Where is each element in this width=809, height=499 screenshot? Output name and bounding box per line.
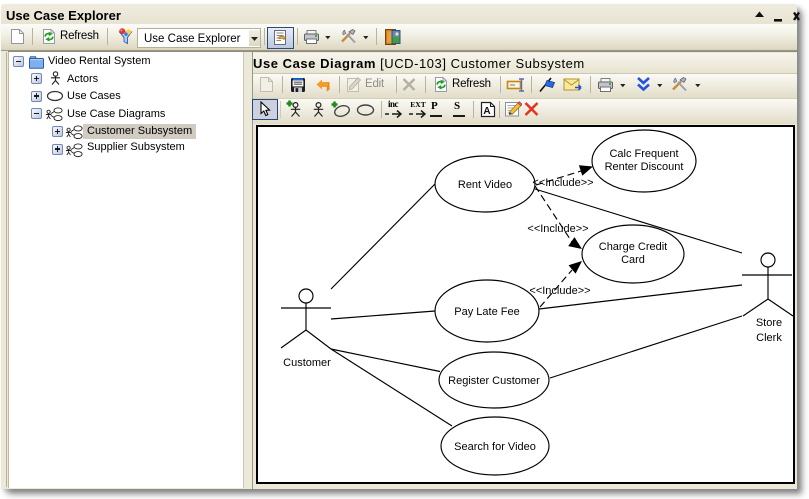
svg-text:Rent Video: Rent Video xyxy=(458,179,512,191)
svg-text:Calc Frequent: Calc Frequent xyxy=(609,148,678,160)
svg-text:Customer: Customer xyxy=(283,357,331,369)
svg-text:Search for Video: Search for Video xyxy=(454,441,536,453)
svg-text:Register Customer: Register Customer xyxy=(448,375,540,387)
svg-text:Card: Card xyxy=(621,254,645,266)
svg-text:Clerk: Clerk xyxy=(756,332,782,344)
svg-text:Pay Late Fee: Pay Late Fee xyxy=(454,306,519,318)
svg-text:Renter Discount: Renter Discount xyxy=(605,161,684,173)
svg-text:<<Include>>: <<Include>> xyxy=(532,177,593,189)
svg-text:Store: Store xyxy=(756,317,782,329)
svg-text:<<Include>>: <<Include>> xyxy=(529,285,590,297)
svg-text:<<Include>>: <<Include>> xyxy=(527,223,588,235)
svg-text:A: A xyxy=(483,106,490,117)
svg-text:Charge Credit: Charge Credit xyxy=(599,241,667,253)
